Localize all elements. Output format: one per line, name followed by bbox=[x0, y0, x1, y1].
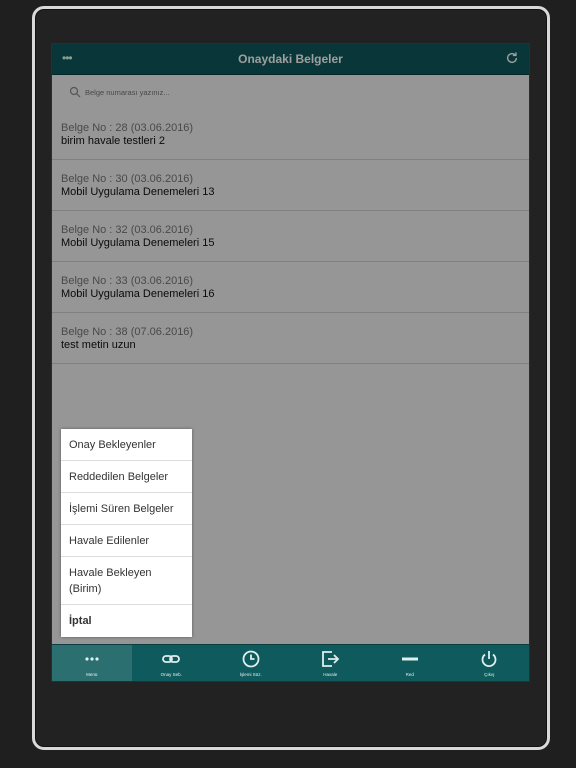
filter-popup-menu: Onay Bekleyenler Reddedilen Belgeler İşl… bbox=[61, 429, 192, 637]
tab-label: Red bbox=[405, 672, 414, 677]
link-icon bbox=[162, 655, 181, 663]
tab-havale[interactable]: Havale bbox=[291, 645, 371, 681]
tab-islemi-suz[interactable]: İşlemi Süz. bbox=[211, 645, 291, 681]
tab-label: İşlemi Süz. bbox=[239, 672, 262, 677]
minus-icon bbox=[401, 657, 418, 661]
bottom-tab-bar: Menü Onay Seb. İşlemi Süz. Havale Red Çı… bbox=[52, 644, 530, 681]
dots-icon bbox=[85, 657, 99, 661]
tab-label: Havale bbox=[323, 672, 338, 677]
tab-label: Onay Seb. bbox=[160, 672, 182, 677]
tab-red[interactable]: Red bbox=[370, 645, 450, 681]
tab-menu[interactable]: Menü bbox=[52, 645, 132, 681]
option-havale-edilenler[interactable]: Havale Edilenler bbox=[61, 525, 192, 557]
app-screen: ••• Onaydaki Belgeler Belge No : 28 (03.… bbox=[51, 43, 530, 682]
option-havale-bekleyen-birim[interactable]: Havale Bekleyen (Birim) bbox=[61, 557, 192, 605]
option-islemi-suren-belgeler[interactable]: İşlemi Süren Belgeler bbox=[61, 493, 192, 525]
tab-cikis[interactable]: Çıkış bbox=[450, 645, 530, 681]
tab-label: Menü bbox=[86, 672, 98, 677]
option-reddedilen-belgeler[interactable]: Reddedilen Belgeler bbox=[61, 461, 192, 493]
clock-icon bbox=[242, 650, 260, 668]
power-icon bbox=[481, 651, 497, 668]
tab-onay-seb[interactable]: Onay Seb. bbox=[132, 645, 212, 681]
tab-label: Çıkış bbox=[484, 672, 495, 677]
option-onay-bekleyenler[interactable]: Onay Bekleyenler bbox=[61, 429, 192, 461]
export-icon bbox=[322, 651, 340, 667]
cancel-button[interactable]: İptal bbox=[61, 605, 192, 637]
